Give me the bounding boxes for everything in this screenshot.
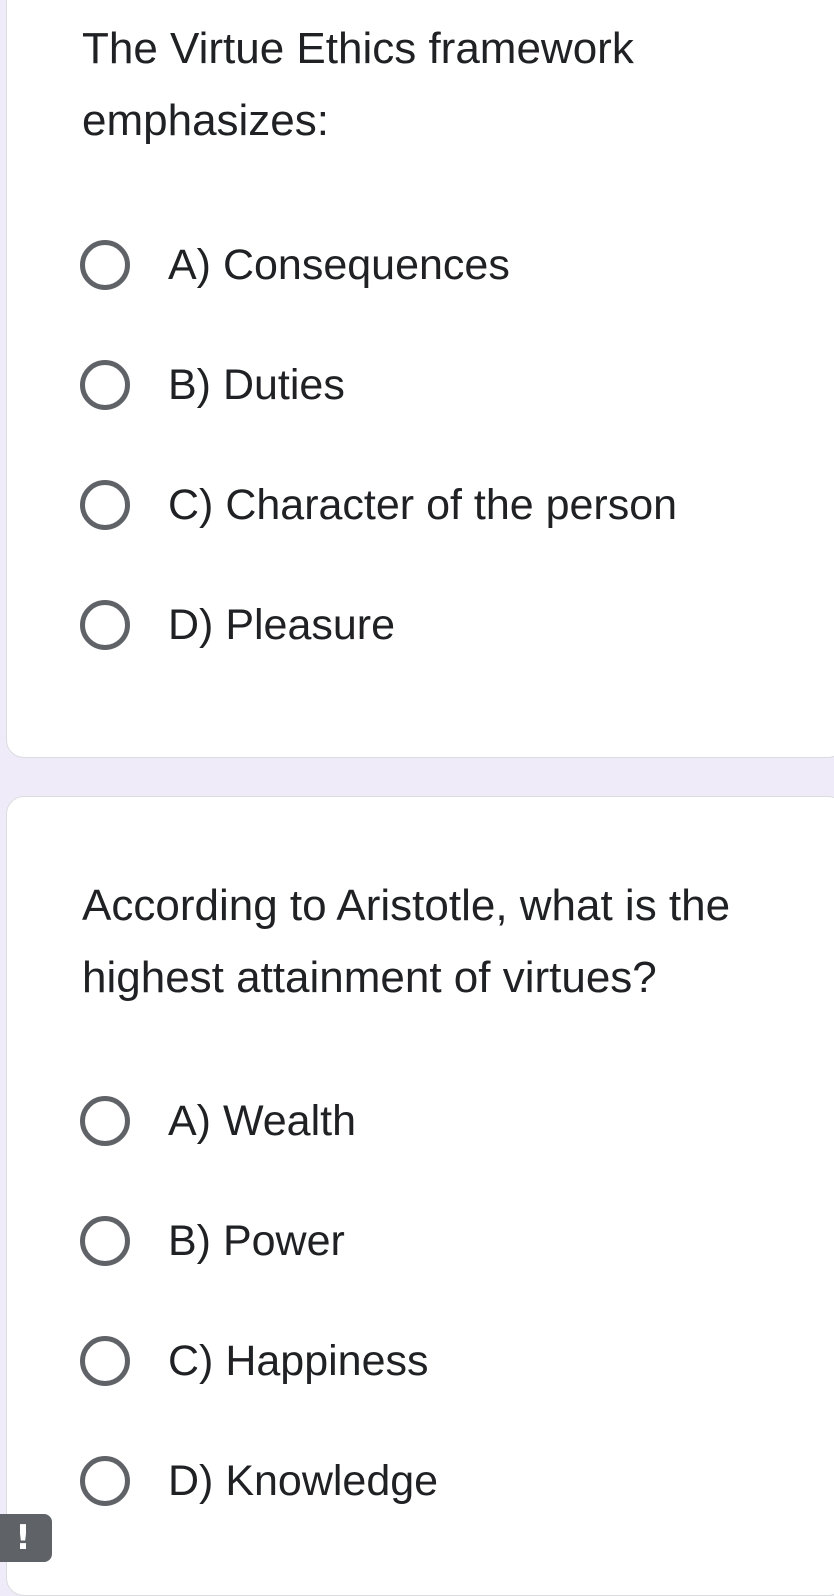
question-card-2: According to Aristotle, what is the high… — [6, 796, 834, 1596]
option-c-happiness[interactable]: C) Happiness — [80, 1329, 429, 1393]
question-card-1: The Virtue Ethics framework emphasizes: … — [6, 0, 834, 758]
option-a-consequences[interactable]: A) Consequences — [80, 233, 510, 297]
option-label: B) Duties — [168, 361, 345, 409]
option-label: C) Character of the person — [168, 481, 678, 529]
radio-button[interactable] — [80, 1216, 130, 1266]
radio-button[interactable] — [80, 1336, 130, 1386]
option-label: A) Wealth — [168, 1097, 356, 1145]
option-b-duties[interactable]: B) Duties — [80, 353, 345, 417]
option-label: C) Happiness — [168, 1337, 429, 1385]
question-title: The Virtue Ethics framework emphasizes: — [82, 24, 634, 145]
question-title: According to Aristotle, what is the high… — [82, 881, 731, 1002]
option-label: A) Consequences — [168, 241, 510, 289]
option-a-wealth[interactable]: A) Wealth — [80, 1089, 356, 1153]
radio-button[interactable] — [80, 1096, 130, 1146]
option-c-character[interactable]: C) Character of the person — [80, 473, 677, 537]
radio-button[interactable] — [80, 600, 130, 650]
option-d-pleasure[interactable]: D) Pleasure — [80, 593, 395, 657]
option-label: D) Knowledge — [168, 1457, 439, 1505]
radio-button[interactable] — [80, 240, 130, 290]
option-label: B) Power — [168, 1217, 345, 1265]
exclamation-icon[interactable]: ! — [0, 1514, 52, 1562]
option-label: D) Pleasure — [168, 601, 396, 649]
radio-button[interactable] — [80, 1456, 130, 1506]
radio-button[interactable] — [80, 360, 130, 410]
option-d-knowledge[interactable]: D) Knowledge — [80, 1449, 438, 1513]
radio-button[interactable] — [80, 480, 130, 530]
option-b-power[interactable]: B) Power — [80, 1209, 345, 1273]
